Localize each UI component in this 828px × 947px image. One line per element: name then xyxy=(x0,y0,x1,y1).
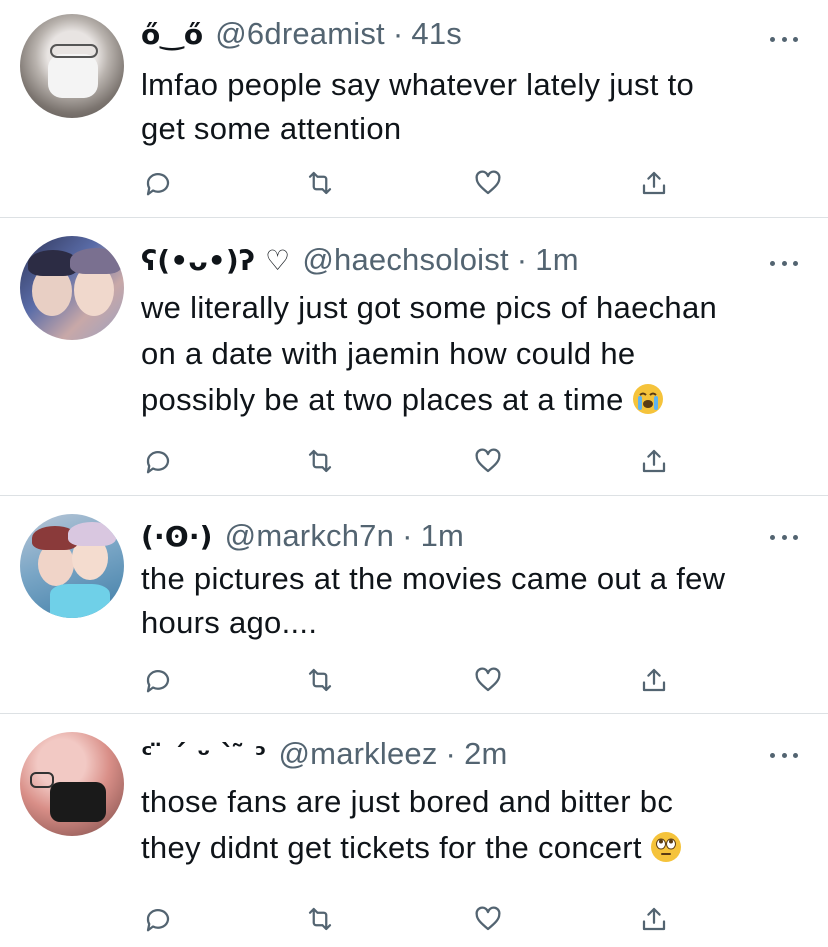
timestamp[interactable]: 1m xyxy=(535,242,578,278)
separator: · xyxy=(392,16,404,51)
handle[interactable]: @markch7n xyxy=(225,518,394,554)
tweet-header: ʕ(•ᴗ•)ʔ ♡ @haechsoloist · 1m xyxy=(141,240,579,280)
tweet[interactable]: (·ʘ·) @markch7n · 1m the pictures at the… xyxy=(0,496,828,713)
text-line: the pictures at the movies came out a fe… xyxy=(141,561,726,596)
loudly-crying-face-icon xyxy=(632,384,663,414)
action-bar xyxy=(141,444,681,480)
handle[interactable]: @markleez xyxy=(279,736,438,772)
more-icon[interactable] xyxy=(770,258,798,268)
reply-icon[interactable] xyxy=(141,444,175,478)
display-name[interactable]: (·ʘ·) xyxy=(141,520,213,553)
reply-icon[interactable] xyxy=(141,663,175,697)
tweet[interactable]: ʕ(•ᴗ•)ʔ ♡ @haechsoloist · 1m we literall… xyxy=(0,218,828,495)
share-icon[interactable] xyxy=(637,902,671,936)
like-icon[interactable] xyxy=(471,444,505,478)
tweet-text: the pictures at the movies came out a fe… xyxy=(141,557,801,645)
text-line: on a date with jaemin how could he xyxy=(141,336,636,371)
display-name[interactable]: ᶜ ̈ ´ ᵕ ` ̃ ᵓ xyxy=(141,738,267,771)
separator: · xyxy=(445,736,457,771)
tweet-header: ő‿ő @6dreamist · 41s xyxy=(141,14,462,54)
share-icon[interactable] xyxy=(637,444,671,478)
display-name[interactable]: ő‿ő xyxy=(141,18,203,51)
like-icon[interactable] xyxy=(471,663,505,697)
retweet-icon[interactable] xyxy=(303,166,337,200)
handle[interactable]: @6dreamist xyxy=(215,16,385,52)
more-icon[interactable] xyxy=(770,750,798,760)
share-icon[interactable] xyxy=(637,166,671,200)
avatar[interactable] xyxy=(20,236,124,340)
retweet-icon[interactable] xyxy=(303,902,337,936)
text-line: we literally just got some pics of haech… xyxy=(141,290,718,325)
tweet[interactable]: ᶜ ̈ ´ ᵕ ` ̃ ᵓ @markleez · 2m those fans … xyxy=(0,714,828,947)
timestamp[interactable]: 2m xyxy=(464,736,507,772)
action-bar xyxy=(141,166,681,202)
tweet-text: we literally just got some pics of haech… xyxy=(141,285,801,423)
text-line: they didnt get tickets for the concert xyxy=(141,825,801,871)
reply-icon[interactable] xyxy=(141,166,175,200)
text-line: lmfao people say whatever lately just to xyxy=(141,67,695,102)
retweet-icon[interactable] xyxy=(303,444,337,478)
like-icon[interactable] xyxy=(471,166,505,200)
tweet-header: ᶜ ̈ ´ ᵕ ` ̃ ᵓ @markleez · 2m xyxy=(141,734,508,774)
more-icon[interactable] xyxy=(770,34,798,44)
tweet[interactable]: ő‿ő @6dreamist · 41s lmfao people say wh… xyxy=(0,0,828,217)
avatar[interactable] xyxy=(20,732,124,836)
timestamp[interactable]: 1m xyxy=(421,518,464,554)
action-bar xyxy=(141,902,681,938)
face-with-rolling-eyes-icon xyxy=(650,832,681,862)
share-icon[interactable] xyxy=(637,663,671,697)
text-line: hours ago.... xyxy=(141,605,318,640)
avatar[interactable] xyxy=(20,14,124,118)
reply-icon[interactable] xyxy=(141,902,175,936)
timestamp[interactable]: 41s xyxy=(411,16,462,52)
display-name[interactable]: ʕ(•ᴗ•)ʔ ♡ xyxy=(141,244,290,277)
separator: · xyxy=(516,242,528,277)
retweet-icon[interactable] xyxy=(303,663,337,697)
tweet-header: (·ʘ·) @markch7n · 1m xyxy=(141,516,464,556)
text-line: those fans are just bored and bitter bc xyxy=(141,784,674,819)
text-line: possibly be at two places at a time xyxy=(141,377,801,423)
action-bar xyxy=(141,663,681,699)
text-line: get some attention xyxy=(141,111,402,146)
separator: · xyxy=(402,518,413,553)
tweet-text: lmfao people say whatever lately just to… xyxy=(141,63,801,151)
like-icon[interactable] xyxy=(471,902,505,936)
tweet-text: those fans are just bored and bitter bc … xyxy=(141,779,801,871)
avatar[interactable] xyxy=(20,514,124,618)
more-icon[interactable] xyxy=(770,532,798,542)
handle[interactable]: @haechsoloist xyxy=(302,242,508,278)
